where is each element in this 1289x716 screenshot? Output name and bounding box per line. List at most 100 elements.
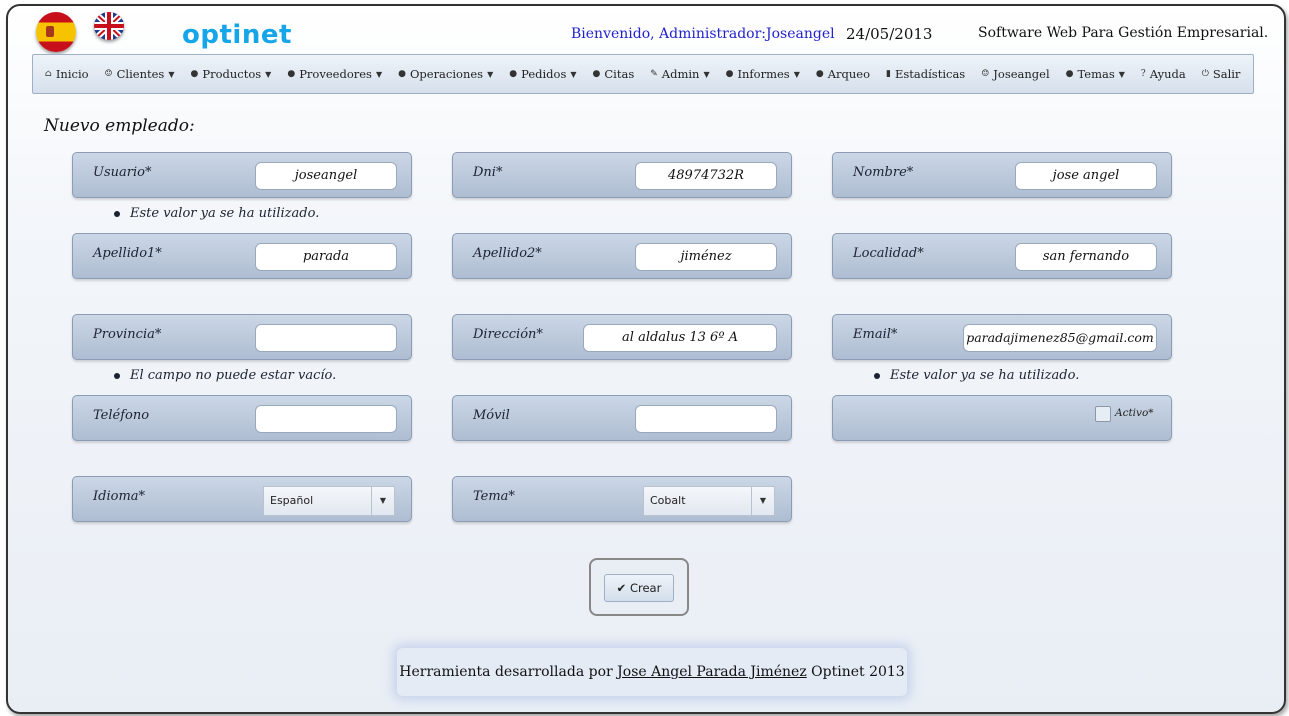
nav-citas[interactable]: ● Citas (593, 67, 635, 81)
nav-label: Operaciones (409, 67, 484, 81)
bullet-icon: ● (190, 69, 199, 79)
email-input[interactable]: paradajimenez85@gmail.com (963, 324, 1157, 352)
nav-admin[interactable]: ✎ Admin ▼ (650, 67, 709, 81)
direccion-input[interactable]: al aldalus 13 6º A (583, 324, 777, 352)
provincia-label: Provincia* (93, 327, 162, 342)
footer-prefix: Herramienta desarrollada por (399, 664, 613, 680)
uk-flag-icon[interactable] (94, 12, 124, 40)
nav-label: Arqueo (827, 67, 871, 81)
welcome-text: Bienvenido, Administrador:Joseangel (571, 26, 835, 42)
nav-label: Proveedores (299, 67, 372, 81)
usuario-field-group: Usuario* joseangel (72, 152, 412, 198)
provincia-input[interactable] (255, 324, 397, 352)
caret-down-icon: ▼ (1118, 69, 1125, 79)
current-date: 24/05/2013 (846, 25, 933, 43)
nav-inicio[interactable]: ⌂ Inicio (45, 67, 89, 81)
tema-field-group: Tema* Cobalt ▼ (452, 476, 792, 522)
nombre-label: Nombre* (853, 165, 914, 180)
usuario-input[interactable]: joseangel (255, 162, 397, 190)
crear-label: Crear (629, 581, 662, 595)
nav-user[interactable]: ☺ Joseangel (981, 67, 1049, 81)
tema-select[interactable]: Cobalt ▼ (643, 486, 775, 516)
nav-temas[interactable]: ● Temas ▼ (1066, 67, 1125, 81)
idioma-selected-value: Español (270, 494, 314, 507)
localidad-field-group: Localidad* san fernando (832, 233, 1172, 279)
movil-input[interactable] (635, 405, 777, 433)
footer-suffix: Optinet 2013 (811, 664, 905, 680)
apellido2-input[interactable]: jiménez (635, 243, 777, 271)
tagline: Software Web Para Gestión Empresarial. (978, 25, 1269, 41)
nombre-input[interactable]: jose angel (1015, 162, 1157, 190)
idioma-select[interactable]: Español ▼ (263, 486, 395, 516)
user-icon: ☺ (104, 69, 113, 79)
apellido1-input[interactable]: parada (255, 243, 397, 271)
usuario-error-text: Este valor ya se ha utilizado. (130, 206, 320, 221)
nav-label: Inicio (55, 67, 89, 81)
nav-proveedores[interactable]: ● Proveedores ▼ (287, 67, 382, 81)
caret-down-icon: ▼ (487, 69, 494, 79)
movil-field-group: Móvil (452, 395, 792, 441)
app-window: optinet Bienvenido, Administrador:Josean… (6, 4, 1286, 714)
dni-label: Dni* (473, 165, 503, 180)
tema-selected-value: Cobalt (650, 494, 686, 507)
email-error-text: Este valor ya se ha utilizado. (890, 368, 1080, 383)
bullet-icon: ● (509, 69, 518, 79)
provincia-error-text: El campo no puede estar vacío. (130, 368, 337, 383)
nav-label: Joseangel (993, 67, 1050, 81)
caret-down-icon: ▼ (703, 69, 710, 79)
movil-label: Móvil (473, 408, 510, 423)
chevron-down-icon[interactable]: ▼ (371, 487, 394, 515)
nav-pedidos[interactable]: ● Pedidos ▼ (509, 67, 576, 81)
nav-label: Informes (737, 67, 790, 81)
nav-label: Clientes (116, 67, 165, 81)
spanish-flag-icon[interactable] (36, 12, 76, 52)
nav-label: Estadísticas (894, 67, 966, 81)
nav-label: Productos (202, 67, 262, 81)
caret-down-icon: ▼ (168, 69, 175, 79)
bullet-icon: ● (725, 69, 734, 79)
crear-button[interactable]: ✔ Crear (604, 574, 674, 602)
nav-operaciones[interactable]: ● Operaciones ▼ (398, 67, 493, 81)
user-icon: ☺ (981, 69, 990, 79)
nav-label: Pedidos (521, 67, 567, 81)
activo-field-group: Activo* (832, 395, 1172, 441)
nav-label: Ayuda (1149, 67, 1186, 81)
nav-label: Admin (661, 67, 700, 81)
nav-arqueo[interactable]: ● Arqueo (816, 67, 870, 81)
nombre-field-group: Nombre* jose angel (832, 152, 1172, 198)
bullet-icon: ● (398, 69, 406, 79)
bullet-icon: ● (815, 69, 824, 79)
nav-productos[interactable]: ● Productos ▼ (190, 67, 271, 81)
apellido1-field-group: Apellido1* parada (72, 233, 412, 279)
chevron-down-icon[interactable]: ▼ (751, 487, 774, 515)
dni-field-group: Dni* 48974732R (452, 152, 792, 198)
nav-clientes[interactable]: ☺ Clientes ▼ (105, 67, 175, 81)
caret-down-icon: ▼ (375, 69, 383, 79)
localidad-input[interactable]: san fernando (1015, 243, 1157, 271)
help-icon: ? (1140, 69, 1146, 79)
bullet-icon: ● (592, 69, 601, 79)
author-link[interactable]: Jose Angel Parada Jiménez (617, 664, 807, 680)
crear-button-frame: ✔ Crear (589, 558, 689, 616)
telefono-label: Teléfono (93, 408, 150, 423)
wrench-icon: ✎ (650, 69, 658, 79)
usuario-label: Usuario* (93, 165, 152, 180)
bar-chart-icon: ▮ (886, 69, 891, 79)
apellido2-field-group: Apellido2* jiménez (452, 233, 792, 279)
optinet-logo: optinet (182, 20, 292, 50)
direccion-field-group: Dirección* al aldalus 13 6º A (452, 314, 792, 360)
dni-input[interactable]: 48974732R (635, 162, 777, 190)
telefono-input[interactable] (255, 405, 397, 433)
nav-label: Citas (604, 67, 635, 81)
activo-label: Activo* (1115, 407, 1154, 419)
nav-ayuda[interactable]: ? Ayuda (1141, 67, 1186, 81)
activo-checkbox[interactable] (1095, 406, 1111, 422)
bullet-icon: ● (287, 69, 296, 79)
telefono-field-group: Teléfono (72, 395, 412, 441)
caret-down-icon: ▼ (265, 69, 272, 79)
nav-informes[interactable]: ● Informes ▼ (726, 67, 800, 81)
idioma-label: Idioma* (93, 489, 146, 504)
nav-estadisticas[interactable]: ▮ Estadísticas (886, 67, 965, 81)
apellido2-label: Apellido2* (473, 246, 542, 261)
nav-salir[interactable]: ⏻ Salir (1202, 67, 1241, 81)
